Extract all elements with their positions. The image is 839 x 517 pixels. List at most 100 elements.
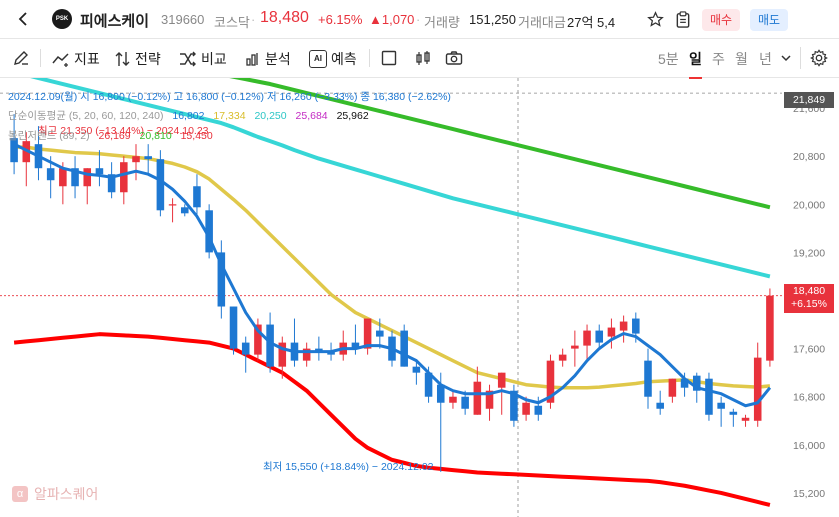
camera-icon[interactable]: [445, 49, 463, 67]
candle-body[interactable]: [193, 186, 201, 208]
candle-body[interactable]: [632, 318, 640, 334]
candle-body[interactable]: [132, 156, 140, 163]
timeframe-month[interactable]: 월: [735, 49, 748, 69]
current-price-tag: 18,480 +6.15%: [784, 284, 834, 313]
strategy-label: 전략: [135, 51, 161, 67]
candle-body[interactable]: [705, 378, 713, 415]
separator: ·: [416, 12, 421, 27]
candle-body[interactable]: [180, 207, 189, 214]
divider: [40, 49, 41, 67]
divider: [800, 47, 801, 69]
candle-body[interactable]: [59, 168, 67, 187]
volume-value: 151,250: [469, 12, 516, 27]
analysis-button[interactable]: 분석: [245, 49, 291, 69]
star-icon[interactable]: [646, 10, 664, 28]
hover-price-tag: 21,849: [784, 92, 834, 108]
candle-body[interactable]: [473, 381, 482, 415]
candle-body[interactable]: [668, 378, 677, 397]
y-tick-label: 16,800: [793, 392, 825, 404]
candle-body[interactable]: [363, 318, 372, 349]
y-tick-label: 20,800: [793, 151, 825, 163]
volume-label: 거래량: [424, 15, 460, 30]
pencil-icon[interactable]: [12, 49, 30, 67]
candle-body[interactable]: [619, 321, 628, 331]
change-amount: ▲1,070: [369, 12, 415, 27]
back-arrow-icon[interactable]: [14, 10, 32, 28]
sell-button[interactable]: 매도: [750, 9, 788, 31]
candle-body[interactable]: [766, 295, 774, 361]
turnover-value: 27억 5,4: [567, 15, 616, 30]
candle-body[interactable]: [644, 360, 652, 397]
analysis-label: 분석: [265, 51, 291, 67]
stock-code: 319660: [161, 12, 205, 27]
stock-name[interactable]: 피에스케이: [80, 10, 149, 31]
candle-body[interactable]: [168, 204, 177, 206]
compare-icon: [180, 51, 196, 67]
candle-body[interactable]: [120, 162, 128, 193]
candle-body[interactable]: [266, 324, 274, 367]
candle-body[interactable]: [534, 405, 543, 415]
candle-body[interactable]: [83, 168, 92, 187]
watermark-text: 알파스퀘어: [34, 486, 99, 502]
candle-body[interactable]: [497, 372, 506, 388]
candle-body[interactable]: [400, 330, 408, 367]
candle-body[interactable]: [229, 306, 238, 349]
y-tick-label: 19,200: [793, 247, 825, 259]
candle-body[interactable]: [729, 411, 738, 415]
ohlc-legend: 2024.12.09(월) 시 16,800 (−0.12%) 고 16,800…: [8, 91, 451, 103]
y-tick-label: 15,200: [793, 488, 825, 500]
ma5-value: 16,802: [172, 110, 205, 122]
candlestick-chart-svg[interactable]: 21,60020,80020,00019,20018,40017,60016,8…: [0, 78, 839, 517]
compare-label: 비교: [201, 51, 227, 67]
buy-button[interactable]: 매수: [702, 9, 740, 31]
candle-body[interactable]: [607, 327, 616, 337]
timeframe-day[interactable]: 일: [689, 49, 702, 79]
candle-body[interactable]: [412, 366, 421, 373]
divider: [369, 49, 370, 67]
timeframe-5min[interactable]: 5분: [658, 49, 679, 69]
bb-mid-value: 20,810: [139, 130, 172, 142]
candle-body[interactable]: [449, 396, 457, 403]
current-price: 18,480: [260, 9, 309, 26]
candle-body[interactable]: [241, 342, 250, 355]
candle-body[interactable]: [571, 345, 579, 349]
candle-body[interactable]: [144, 156, 152, 160]
candle-body[interactable]: [595, 330, 604, 343]
candle-body[interactable]: [656, 402, 664, 409]
watermark: α 알파스퀘어: [12, 484, 98, 504]
timeframe-year[interactable]: 년: [759, 49, 772, 69]
candle-body[interactable]: [741, 417, 750, 421]
ma240-value: 25,962: [336, 110, 369, 122]
candle-body[interactable]: [717, 402, 725, 409]
change-percent: +6.15%: [318, 12, 363, 27]
ai-chip-icon: AI: [309, 50, 327, 68]
candle-body[interactable]: [461, 396, 469, 409]
candle-body[interactable]: [376, 330, 384, 337]
clipboard-icon[interactable]: [674, 10, 692, 28]
company-logo: PSK: [52, 9, 72, 29]
current-price-tag-pct: +6.15%: [791, 298, 827, 310]
candle-body[interactable]: [46, 168, 55, 181]
strategy-button[interactable]: 전략: [115, 49, 161, 69]
compare-button[interactable]: 비교: [179, 49, 227, 69]
ma-label: 단순이동평균 (5, 20, 60, 120, 240): [8, 110, 164, 122]
indicator-button[interactable]: 지표: [52, 49, 100, 69]
forecast-button[interactable]: AI 예측: [309, 49, 357, 69]
candle-body[interactable]: [558, 354, 567, 361]
square-icon[interactable]: [380, 49, 398, 67]
timeframe-week[interactable]: 주: [712, 49, 725, 69]
market-label: 코스닥: [214, 15, 250, 30]
y-tick-label: 17,600: [793, 344, 825, 356]
price-chart[interactable]: 21,60020,80020,00019,20018,40017,60016,8…: [0, 78, 839, 517]
chevron-down-icon[interactable]: [778, 50, 794, 66]
candle-body[interactable]: [522, 402, 530, 415]
bb-legend: 볼린저밴드 (89, 2) 26,169 20,810 15,450: [8, 128, 213, 143]
gear-icon[interactable]: [810, 49, 828, 67]
candlestick-icon[interactable]: [414, 49, 432, 67]
forecast-label: 예측: [331, 51, 357, 67]
bb-lower-value: 15,450: [180, 130, 213, 142]
candle-body[interactable]: [583, 330, 591, 346]
candle-body[interactable]: [753, 357, 762, 421]
candle-body[interactable]: [156, 159, 165, 211]
candle-body[interactable]: [95, 168, 104, 175]
